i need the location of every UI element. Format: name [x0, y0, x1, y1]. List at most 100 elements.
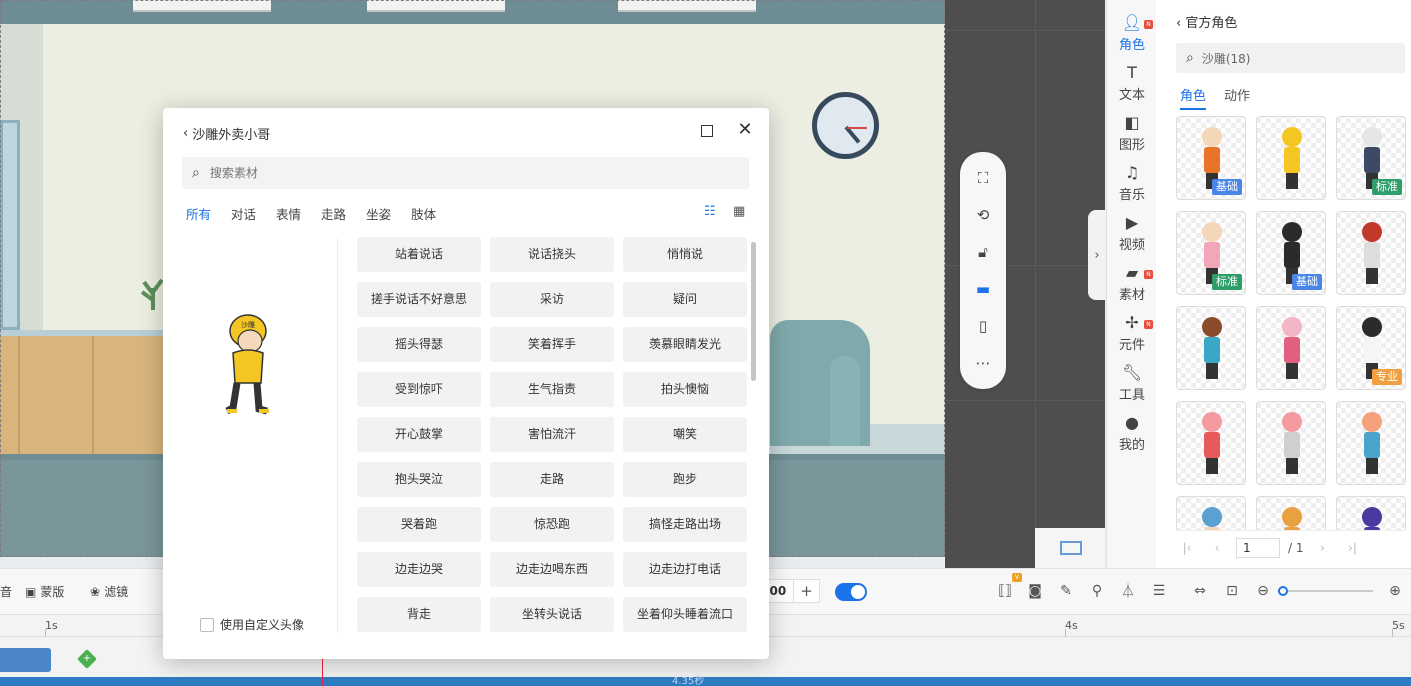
- asset-search[interactable]: ⌕ 沙雕(18): [1176, 43, 1405, 73]
- character-card[interactable]: [1256, 401, 1326, 485]
- character-card[interactable]: [1336, 401, 1406, 485]
- add-keyframe-icon[interactable]: +: [77, 649, 97, 669]
- toggle-switch[interactable]: [835, 583, 867, 601]
- tab-expression[interactable]: 表情: [276, 204, 301, 223]
- funnel-icon[interactable]: ⏃: [1118, 581, 1138, 601]
- character-card[interactable]: [1176, 306, 1246, 390]
- action-button[interactable]: 嘲笑: [623, 417, 747, 452]
- action-button[interactable]: 悄悄说: [623, 237, 747, 272]
- dialog-search-input[interactable]: [209, 166, 710, 180]
- nav-item-1[interactable]: T 文本: [1107, 58, 1157, 108]
- tab-dialogue[interactable]: 对话: [231, 204, 256, 223]
- actual-size-icon[interactable]: ⊡: [1222, 581, 1242, 601]
- action-button[interactable]: 摇头得瑟: [357, 327, 481, 362]
- tab-all[interactable]: 所有: [186, 204, 211, 223]
- more-icon[interactable]: ⋯: [972, 352, 994, 374]
- action-button[interactable]: 站着说话: [357, 237, 481, 272]
- slider-knob[interactable]: [1278, 586, 1288, 596]
- rotate-icon[interactable]: ⟲: [972, 204, 994, 226]
- action-button[interactable]: 坐转头说话: [490, 597, 614, 632]
- nav-item-7[interactable]: 🔧︎ 工具: [1107, 358, 1157, 408]
- prev-page-icon[interactable]: ‹: [1206, 537, 1228, 559]
- maximize-icon[interactable]: [701, 125, 713, 137]
- character-card[interactable]: [1336, 496, 1406, 530]
- custom-avatar-checkbox[interactable]: [200, 617, 214, 632]
- nav-item-5[interactable]: ▰ 素材 N: [1107, 258, 1157, 308]
- nav-item-3[interactable]: ♫ 音乐: [1107, 158, 1157, 208]
- action-button[interactable]: 笑着挥手: [490, 327, 614, 362]
- action-button[interactable]: 抱头哭泣: [357, 462, 481, 497]
- action-button[interactable]: 搓手说话不好意思: [357, 282, 481, 317]
- nav-item-6[interactable]: ✢ 元件 N: [1107, 308, 1157, 358]
- character-card[interactable]: 专业: [1336, 306, 1406, 390]
- fit-icon[interactable]: ⟦⟧: [995, 581, 1015, 601]
- action-button[interactable]: 拍头懊恼: [623, 372, 747, 407]
- fit-screen-icon[interactable]: ⛶: [972, 167, 994, 189]
- character-card[interactable]: [1336, 211, 1406, 295]
- edit-icon[interactable]: ✎: [1056, 581, 1076, 601]
- character-card[interactable]: [1256, 496, 1326, 530]
- zoom-plus-icon[interactable]: ⊕: [1385, 581, 1405, 601]
- tab-body[interactable]: 肢体: [411, 204, 436, 223]
- action-button[interactable]: 受到惊吓: [357, 372, 481, 407]
- tab-walking[interactable]: 走路: [321, 204, 346, 223]
- fit-width-icon[interactable]: ⇔: [1190, 581, 1210, 601]
- zoom-in-button[interactable]: +: [793, 580, 819, 602]
- dialog-back-link[interactable]: ‹ 沙雕外卖小哥: [183, 124, 270, 143]
- collapse-panel-tab[interactable]: ›: [1088, 210, 1106, 300]
- list-view-icon[interactable]: ☷: [704, 205, 720, 219]
- character-card[interactable]: [1176, 496, 1246, 530]
- playhead[interactable]: [322, 659, 323, 686]
- action-button[interactable]: 背走: [357, 597, 481, 632]
- zoom-slider[interactable]: [1278, 586, 1373, 596]
- zoom-control[interactable]: .00 +: [762, 579, 820, 603]
- action-button[interactable]: 走路: [490, 462, 614, 497]
- action-button[interactable]: 采访: [490, 282, 614, 317]
- monitor-icon[interactable]: ▬: [972, 278, 994, 300]
- character-card[interactable]: 基础: [1176, 116, 1246, 200]
- custom-avatar-option[interactable]: 使用自定义头像: [200, 616, 304, 633]
- action-button[interactable]: 害怕流汗: [490, 417, 614, 452]
- nav-item-4[interactable]: ▶ 视频: [1107, 208, 1157, 258]
- tab-actions[interactable]: 动作: [1224, 85, 1250, 110]
- timeline-clip[interactable]: [0, 648, 51, 672]
- character-card[interactable]: [1256, 306, 1326, 390]
- first-page-icon[interactable]: |‹: [1176, 537, 1198, 559]
- phone-icon[interactable]: ▯: [972, 315, 994, 337]
- last-page-icon[interactable]: ›|: [1342, 537, 1364, 559]
- tab-sitting[interactable]: 坐姿: [366, 204, 391, 223]
- tab-characters[interactable]: 角色: [1180, 85, 1207, 110]
- action-button[interactable]: 坐着仰头睡着流口: [623, 597, 747, 632]
- action-button[interactable]: 边走边哭: [357, 552, 481, 587]
- action-button[interactable]: 边走边喝东西: [490, 552, 614, 587]
- scrollbar[interactable]: [751, 242, 756, 381]
- action-button[interactable]: 生气指责: [490, 372, 614, 407]
- page-input[interactable]: 1: [1236, 537, 1280, 558]
- asset-back-link[interactable]: ‹ 官方角色: [1176, 12, 1237, 31]
- unlock-icon[interactable]: 🔓︎: [972, 241, 994, 263]
- nav-item-0[interactable]: 👤︎ 角色 N: [1107, 8, 1157, 58]
- audio-label[interactable]: 音: [0, 583, 12, 600]
- action-button[interactable]: 开心鼓掌: [357, 417, 481, 452]
- nav-item-2[interactable]: ◧ 图形: [1107, 108, 1157, 158]
- grid-view-icon[interactable]: ▦: [733, 205, 747, 219]
- sliders-icon[interactable]: ☰: [1149, 581, 1169, 601]
- camera-icon[interactable]: ◙: [1025, 581, 1045, 601]
- action-button[interactable]: 哭着跑: [357, 507, 481, 542]
- action-button[interactable]: 疑问: [623, 282, 747, 317]
- character-card[interactable]: 标准: [1336, 116, 1406, 200]
- mask-button[interactable]: ▣ 蒙版: [25, 583, 64, 600]
- character-card[interactable]: 标准: [1176, 211, 1246, 295]
- close-icon[interactable]: ✕: [735, 120, 755, 140]
- nav-item-8[interactable]: ● 我的: [1107, 408, 1157, 458]
- track-bar[interactable]: [0, 677, 1411, 686]
- minimap[interactable]: [1035, 528, 1105, 568]
- action-button[interactable]: 边走边打电话: [623, 552, 747, 587]
- character-card[interactable]: [1256, 116, 1326, 200]
- action-button[interactable]: 惊恐跑: [490, 507, 614, 542]
- next-page-icon[interactable]: ›: [1312, 537, 1334, 559]
- pin-icon[interactable]: ⚲: [1087, 581, 1107, 601]
- character-card[interactable]: 基础: [1256, 211, 1326, 295]
- filter-button[interactable]: ❀ 滤镜: [90, 583, 128, 600]
- action-button[interactable]: 说话挠头: [490, 237, 614, 272]
